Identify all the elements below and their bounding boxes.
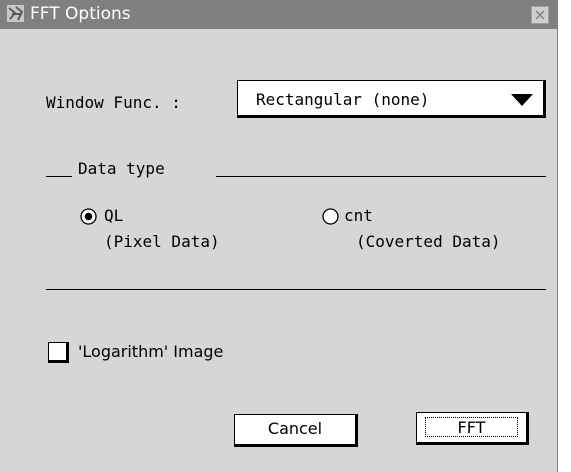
window-func-label: Window Func. : bbox=[46, 93, 181, 112]
radio-cnt[interactable] bbox=[322, 208, 339, 225]
cancel-button-label: Cancel bbox=[267, 419, 323, 438]
cancel-button[interactable]: Cancel bbox=[234, 414, 358, 447]
radio-cnt-label: cnt bbox=[344, 206, 373, 225]
group-line-top-right bbox=[216, 176, 546, 177]
radio-ql-sublabel: (Pixel Data) bbox=[104, 232, 220, 251]
title-bar[interactable]: FFT Options bbox=[0, 0, 557, 29]
data-type-title: Data type bbox=[78, 159, 165, 178]
close-button[interactable] bbox=[531, 6, 549, 24]
logarithm-checkbox[interactable] bbox=[48, 342, 69, 363]
group-line-bottom bbox=[46, 289, 546, 290]
close-icon bbox=[535, 10, 545, 20]
group-line-top-left bbox=[46, 176, 72, 177]
fft-button-label: FFT bbox=[457, 418, 486, 437]
radio-ql-label: QL bbox=[104, 206, 124, 225]
fft-button[interactable]: FFT bbox=[416, 412, 529, 445]
window-func-select[interactable]: Rectangular (none) bbox=[237, 80, 546, 118]
radio-ql[interactable] bbox=[80, 208, 97, 225]
fft-focus-indicator: FFT bbox=[425, 417, 518, 437]
fft-options-dialog: FFT Options Window Func. : Rectangular (… bbox=[0, 0, 558, 472]
window-title: FFT Options bbox=[30, 4, 131, 24]
app-icon bbox=[7, 5, 24, 22]
radio-cnt-sublabel: (Coverted Data) bbox=[356, 232, 501, 251]
logarithm-label: 'Logarithm' Image bbox=[78, 342, 224, 361]
chevron-down-icon bbox=[511, 94, 533, 106]
window-func-value: Rectangular (none) bbox=[256, 90, 430, 109]
